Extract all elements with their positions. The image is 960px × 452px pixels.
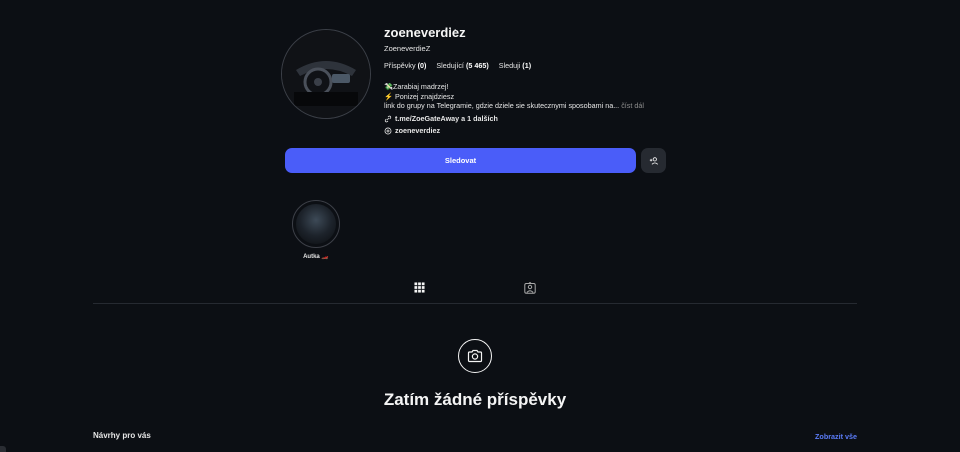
bio-line-3: link do grupy na Telegramie, gdzie dziel…: [384, 101, 644, 111]
suggestions-heading: Návrhy pro vás: [93, 431, 151, 440]
threads-link[interactable]: zoeneverdiez: [384, 126, 440, 135]
tab-posts[interactable]: [402, 282, 437, 304]
link-icon: [384, 115, 392, 122]
followers-count: (5 465): [465, 61, 489, 70]
following-label: Sleduji: [498, 61, 521, 70]
tagged-icon: [523, 282, 536, 294]
suggested-users-button[interactable]: [641, 148, 666, 173]
highlight-cover-image: [296, 204, 336, 244]
avatar-image: [282, 30, 370, 118]
follow-button[interactable]: Sledovat: [285, 148, 636, 173]
empty-state-badge: [458, 339, 492, 373]
tabs-divider: [93, 303, 857, 304]
empty-state-title: Zatím žádné příspěvky: [383, 390, 567, 409]
posts-label: Příspěvky: [384, 61, 416, 70]
person-add-icon: [649, 156, 658, 165]
highlight-label: Autka 🏎️: [303, 254, 329, 260]
bio-line-2: ⚡ Ponizej znajdziesz: [384, 91, 455, 101]
profile-full-name: ZoeneverdieZ: [384, 44, 431, 53]
followers-stat[interactable]: Sledující (5 465): [436, 61, 488, 70]
story-highlight[interactable]: [292, 200, 340, 248]
corner-indicator: [0, 446, 6, 452]
bio-line-1: 💸Zarabiaj madrzej!: [384, 82, 449, 91]
posts-count: (0): [417, 61, 427, 70]
profile-avatar[interactable]: [281, 29, 371, 119]
following-stat[interactable]: Sleduji (1): [499, 61, 531, 70]
see-all-link[interactable]: Zobrazit vše: [780, 432, 857, 441]
profile-stats: Příspěvky (0) Sledující (5 465) Sleduji …: [384, 61, 531, 70]
external-link[interactable]: t.me/ZoeGateAway a 1 dalších: [384, 114, 498, 123]
threads-icon: [384, 127, 392, 134]
profile-bio: 💸Zarabiaj madrzej! ⚡ Ponizej znajdziesz …: [384, 82, 644, 111]
followers-label: Sledující: [436, 61, 464, 70]
bio-line-3-text: link do grupy na Telegramie, gdzie dziel…: [384, 101, 620, 110]
tab-tagged[interactable]: [512, 282, 547, 304]
grid-icon: [414, 282, 425, 293]
following-count: (1): [522, 61, 532, 70]
read-more-link[interactable]: číst dál: [621, 101, 644, 110]
more-options-icon[interactable]: ···: [444, 24, 458, 36]
camera-icon: [467, 349, 483, 363]
posts-stat: Příspěvky (0): [384, 61, 426, 70]
external-link-text: t.me/ZoeGateAway a 1 dalších: [395, 114, 498, 123]
threads-handle: zoeneverdiez: [395, 126, 441, 135]
